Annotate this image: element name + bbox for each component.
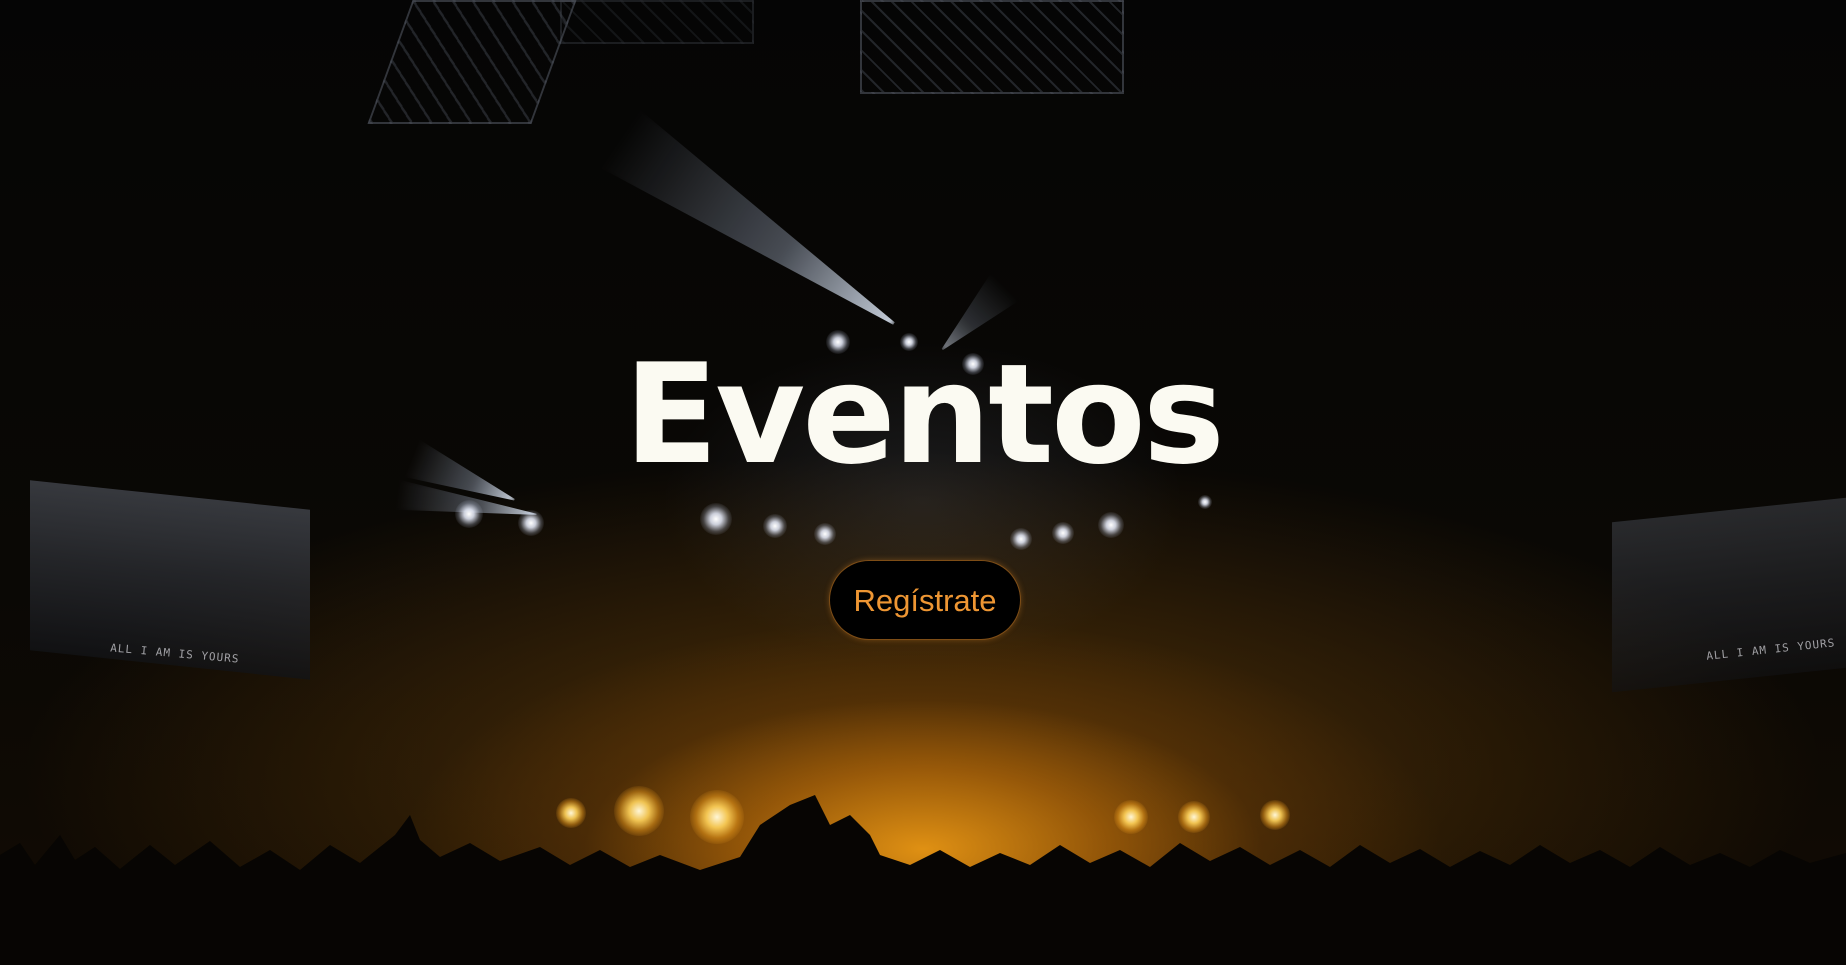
hero-section: ALL I AM IS YOURS ALL I AM IS YOURS Even… bbox=[0, 0, 1846, 965]
stage-spotlight bbox=[1098, 512, 1124, 538]
stage-spotlight bbox=[455, 500, 483, 528]
crowd-silhouette bbox=[0, 795, 1846, 965]
lighting-truss bbox=[560, 0, 754, 44]
register-button[interactable]: Regístrate bbox=[829, 560, 1021, 640]
lighting-truss bbox=[367, 0, 577, 124]
stage-spotlight bbox=[1010, 528, 1032, 550]
stage-spotlight bbox=[763, 514, 787, 538]
stage-spotlight bbox=[518, 510, 544, 536]
hero-title: Eventos bbox=[624, 334, 1225, 495]
lighting-truss bbox=[860, 0, 1124, 94]
stage-spotlight bbox=[1052, 522, 1074, 544]
side-screen-right bbox=[1612, 497, 1846, 693]
stage-spotlight bbox=[1198, 495, 1212, 509]
stage-spotlight bbox=[814, 523, 836, 545]
light-beam bbox=[601, 110, 914, 353]
stage-spotlight bbox=[700, 503, 732, 535]
